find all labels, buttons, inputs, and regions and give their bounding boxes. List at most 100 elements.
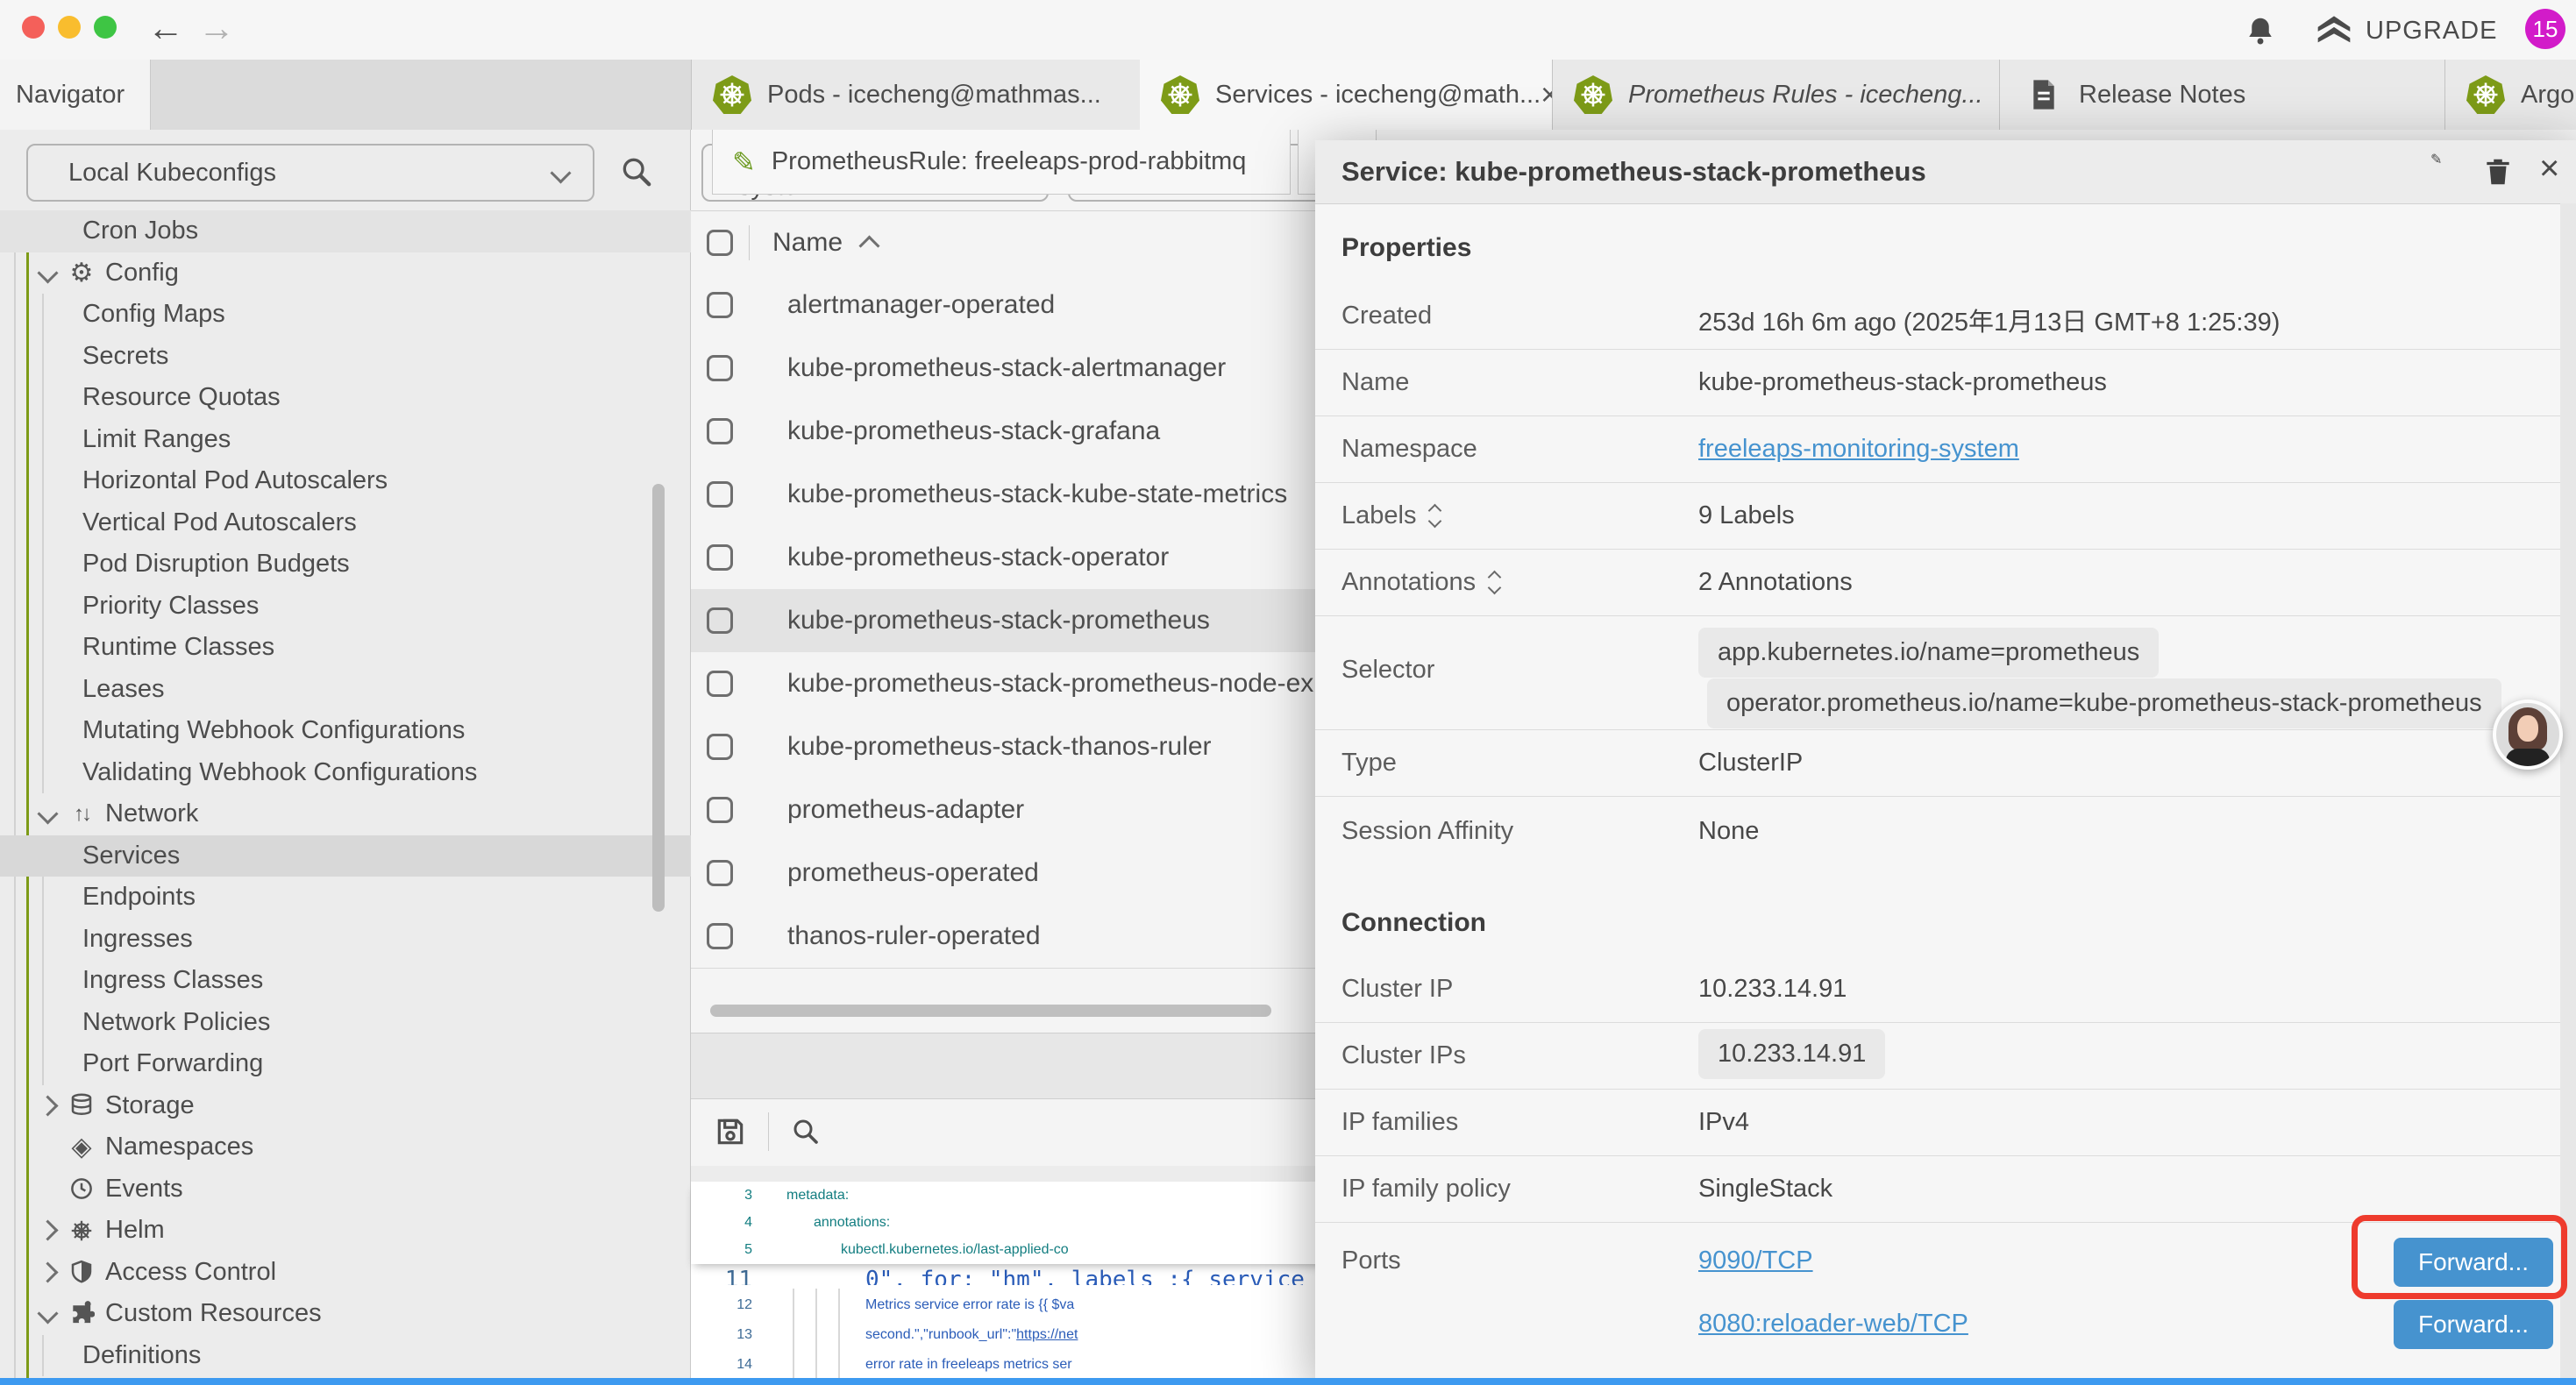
chevron-down-icon[interactable] bbox=[37, 262, 58, 283]
row-checkbox[interactable] bbox=[707, 481, 733, 508]
tab-prometheus-rules[interactable]: Prometheus Rules - icecheng... bbox=[1552, 60, 2000, 130]
row-checkbox[interactable] bbox=[707, 860, 733, 886]
chevron-down-icon[interactable] bbox=[37, 804, 58, 825]
table-row[interactable]: alertmanager-operated bbox=[691, 273, 1368, 337]
sidebar-item-namespaces[interactable]: ◈ Namespaces bbox=[0, 1126, 691, 1168]
table-row[interactable]: prometheus-adapter bbox=[691, 778, 1368, 842]
sidebar-item-events[interactable]: Events bbox=[0, 1168, 691, 1211]
sidebar-item-resource-quotas[interactable]: Resource Quotas bbox=[0, 377, 691, 419]
close-window-button[interactable] bbox=[22, 16, 45, 39]
sidebar-item-secrets[interactable]: Secrets bbox=[0, 336, 691, 378]
table-row[interactable]: kube-prometheus-stack-alertmanager bbox=[691, 337, 1368, 401]
select-all-checkbox[interactable] bbox=[707, 230, 733, 256]
kubeconfig-selector[interactable]: Local Kubeconfigs bbox=[26, 144, 594, 202]
row-checkbox[interactable] bbox=[707, 544, 733, 571]
back-arrow-icon[interactable]: ← bbox=[147, 7, 184, 49]
row-checkbox[interactable] bbox=[707, 923, 733, 949]
sidebar-item-port-forwarding[interactable]: Port Forwarding bbox=[0, 1043, 691, 1085]
sidebar-item-horizontal-pod-autoscalers[interactable]: Horizontal Pod Autoscalers bbox=[0, 460, 691, 502]
sidebar-item-ingresses[interactable]: Ingresses bbox=[0, 919, 691, 961]
table-row[interactable]: prometheus-operated bbox=[691, 842, 1368, 906]
tab-pods[interactable]: Pods - icecheng@mathmas... bbox=[691, 60, 1142, 130]
table-row[interactable]: kube-prometheus-stack-operator bbox=[691, 526, 1368, 590]
edit-pencil-icon[interactable]: ✎ bbox=[2430, 151, 2442, 168]
sidebar-group-storage[interactable]: Storage bbox=[0, 1085, 691, 1127]
sidebar-group-access-control[interactable]: Access Control bbox=[0, 1252, 691, 1294]
sidebar-item-vertical-pod-autoscalers[interactable]: Vertical Pod Autoscalers bbox=[0, 502, 691, 544]
sidebar-item-runtime-classes[interactable]: Runtime Classes bbox=[0, 627, 691, 669]
sidebar-item-limit-ranges[interactable]: Limit Ranges bbox=[0, 419, 691, 461]
tab-release-notes[interactable]: Release Notes bbox=[1999, 60, 2445, 130]
avatar[interactable] bbox=[2493, 700, 2563, 770]
zoom-window-button[interactable] bbox=[94, 16, 117, 39]
sidebar-item-validating-webhook-configurations[interactable]: Validating Webhook Configurations bbox=[0, 752, 691, 794]
code-link[interactable]: https://net bbox=[1016, 1327, 1078, 1342]
save-icon[interactable] bbox=[714, 1115, 747, 1148]
sidebar-item-definitions[interactable]: Definitions bbox=[0, 1335, 691, 1377]
row-checkbox[interactable] bbox=[707, 734, 733, 760]
minimize-window-button[interactable] bbox=[58, 16, 81, 39]
chevron-right-icon[interactable] bbox=[37, 1261, 58, 1282]
close-icon[interactable]: × bbox=[2539, 149, 2559, 188]
panel-scrollbar-track[interactable] bbox=[2560, 203, 2576, 1385]
row-checkbox[interactable] bbox=[707, 292, 733, 318]
tab-argo[interactable]: Argo Se bbox=[2444, 60, 2576, 130]
expand-collapse-icon[interactable] bbox=[1430, 506, 1440, 526]
row-checkbox[interactable] bbox=[707, 607, 733, 634]
property-value[interactable]: 2 Annotations bbox=[1698, 568, 1853, 597]
table-row[interactable]: kube-prometheus-stack-kube-state-metrics bbox=[691, 463, 1368, 527]
sidebar-group-helm[interactable]: Helm bbox=[0, 1210, 691, 1252]
property-value[interactable]: 9 Labels bbox=[1698, 501, 1795, 530]
chevron-down-icon[interactable] bbox=[37, 1303, 58, 1325]
table-row[interactable]: kube-prometheus-stack-grafana bbox=[691, 400, 1368, 464]
forward-arrow-icon[interactable]: → bbox=[198, 7, 235, 49]
yaml-tab-prometheusrule[interactable]: ✎ PrometheusRule: freeleaps-prod-rabbitm… bbox=[712, 130, 1291, 195]
sidebar-item-mutating-webhook-configurations[interactable]: Mutating Webhook Configurations bbox=[0, 710, 691, 752]
port-link[interactable]: 9090/TCP bbox=[1698, 1246, 1813, 1275]
tab-services[interactable]: Services - icecheng@math... × bbox=[1140, 60, 1552, 130]
sidebar-item-config-maps[interactable]: Config Maps bbox=[0, 294, 691, 336]
sidebar-scrollbar[interactable] bbox=[652, 484, 665, 912]
expand-collapse-icon[interactable] bbox=[1490, 572, 1499, 593]
sidebar-group-network[interactable]: ↑↓ Network bbox=[0, 793, 691, 835]
sidebar-item-services[interactable]: Services bbox=[0, 835, 691, 877]
upgrade-chevrons-icon[interactable] bbox=[2316, 13, 2352, 48]
row-checkbox[interactable] bbox=[707, 671, 733, 697]
table-row-selected[interactable]: kube-prometheus-stack-prometheus bbox=[691, 589, 1368, 653]
sidebar-group-custom-resources[interactable]: Custom Resources bbox=[0, 1293, 691, 1335]
sidebar-group-config[interactable]: ⚙ Config bbox=[0, 252, 691, 295]
sidebar-item-pod-disruption-budgets[interactable]: Pod Disruption Budgets bbox=[0, 543, 691, 586]
kubernetes-icon bbox=[2466, 75, 2505, 114]
chevron-right-icon[interactable] bbox=[37, 1095, 58, 1116]
name-column-header[interactable]: Name bbox=[772, 228, 843, 258]
close-icon[interactable]: × bbox=[1541, 76, 1552, 113]
sidebar-item-priority-classes[interactable]: Priority Classes bbox=[0, 586, 691, 628]
upgrade-label[interactable]: UPGRADE bbox=[2366, 17, 2497, 46]
table-row[interactable]: thanos-ruler-operated bbox=[691, 905, 1368, 969]
table-row[interactable]: kube-prometheus-stack-prometheus-node-ex… bbox=[691, 652, 1368, 716]
row-checkbox[interactable] bbox=[707, 797, 733, 823]
search-icon[interactable] bbox=[790, 1116, 822, 1147]
service-name: kube-prometheus-stack-operator bbox=[787, 543, 1169, 572]
tab-navigator[interactable]: Navigator bbox=[0, 60, 151, 130]
sidebar-item-ingress-classes[interactable]: Ingress Classes bbox=[0, 960, 691, 1002]
forward-button[interactable]: Forward... bbox=[2394, 1300, 2553, 1349]
port-link[interactable]: 8080:reloader-web/TCP bbox=[1698, 1310, 1968, 1339]
bell-icon[interactable] bbox=[2245, 14, 2276, 47]
horizontal-scrollbar[interactable] bbox=[710, 1005, 1271, 1017]
row-checkbox[interactable] bbox=[707, 418, 733, 444]
table-header[interactable]: Name bbox=[691, 210, 1368, 275]
sidebar-item-endpoints[interactable]: Endpoints bbox=[0, 877, 691, 919]
sort-ascending-icon[interactable] bbox=[859, 235, 880, 256]
row-checkbox[interactable] bbox=[707, 355, 733, 381]
chevron-right-icon[interactable] bbox=[37, 1220, 58, 1241]
sidebar-item-cron-jobs[interactable]: Cron Jobs bbox=[0, 210, 691, 252]
search-icon[interactable] bbox=[619, 154, 654, 189]
trash-icon[interactable] bbox=[2481, 154, 2515, 189]
sidebar-item-label: Services bbox=[82, 842, 180, 870]
sidebar-item-network-policies[interactable]: Network Policies bbox=[0, 1002, 691, 1044]
sidebar-item-leases[interactable]: Leases bbox=[0, 669, 691, 711]
namespace-link[interactable]: freeleaps-monitoring-system bbox=[1698, 435, 2019, 464]
table-row[interactable]: kube-prometheus-stack-thanos-ruler bbox=[691, 715, 1368, 779]
notification-badge[interactable]: 15 bbox=[2525, 9, 2565, 49]
